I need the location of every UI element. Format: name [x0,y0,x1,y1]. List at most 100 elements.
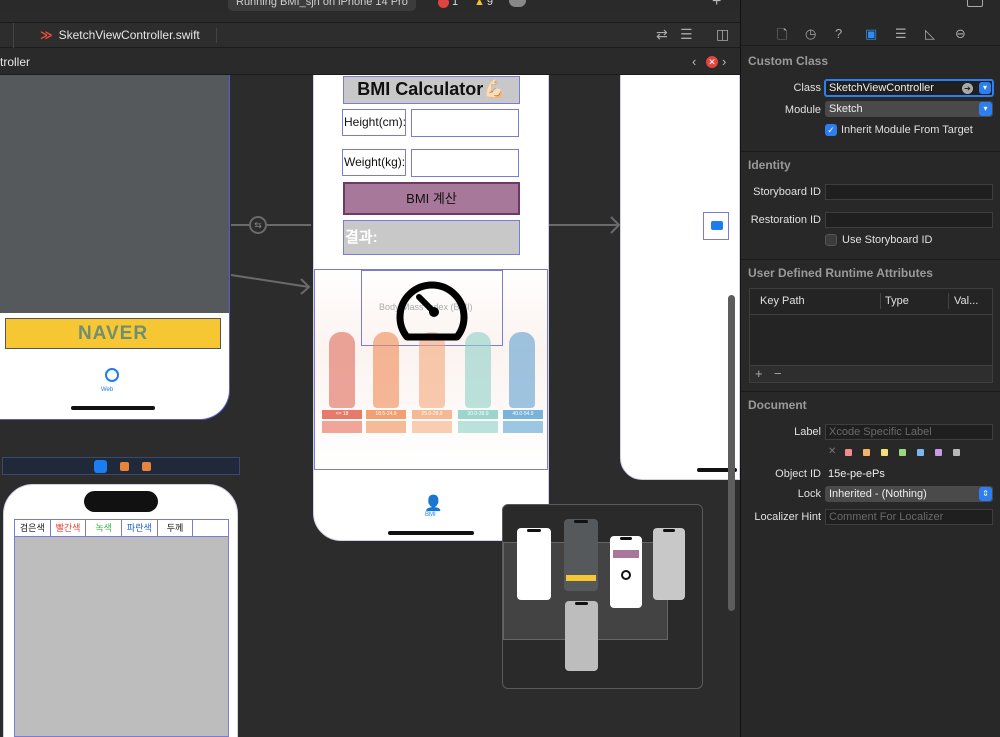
connections-inspector-icon[interactable]: ⊖ [955,26,966,42]
vertical-scrollbar[interactable] [728,295,735,611]
breadcrumb[interactable]: troller [0,49,30,75]
minimap-scene[interactable] [517,528,551,600]
label-color-swatch[interactable] [935,449,942,456]
chevron-right-icon[interactable]: › [722,54,726,69]
add-icon[interactable]: + [712,0,721,11]
green-color-button[interactable]: 녹색 [86,520,123,536]
relationship-segue [231,274,311,295]
first-responder-icon[interactable] [120,462,129,471]
split-editor-icon[interactable]: ◫ [716,26,729,43]
sketch-view-controller-scene[interactable]: 검은색 빨간색 녹색 파란색 두께 [3,484,238,737]
error-count[interactable]: 1 [438,0,458,11]
storyboard-canvas[interactable]: NAVER Web ⇆ BMI Calculator💪🏻 Height(cm):… [0,75,740,737]
chevron-down-icon: ▾ [979,102,992,116]
bmi-calculate-button[interactable]: BMI 계산 [343,182,520,215]
color-toolbar: 검은색 빨간색 녹색 파란색 두께 [14,519,229,537]
segue-arrow [549,216,621,234]
identity-title: Identity [748,158,791,172]
label-color-swatch[interactable] [899,449,906,456]
minimap-scene[interactable] [565,601,598,671]
globe-icon [105,368,119,382]
issue-icon[interactable]: ✕ [706,56,718,68]
file-inspector-icon[interactable]: 🗋 [777,26,787,48]
restoration-id-field[interactable] [825,212,993,228]
cloud-icon[interactable] [509,0,526,7]
editor-options-icon[interactable]: ☰ [680,26,693,43]
activity-bar: Running BMI_sjh on iPhone 14 Pro 1 ▲ 9 + [0,0,740,11]
column-type[interactable]: Type [885,295,909,307]
related-items-icon[interactable]: ⇄ [656,26,668,43]
identity-inspector: 🗋 ◷ ? ▣ ☰ ◺ ⊖ Custom Class Class SketchV… [740,0,1000,737]
height-field[interactable] [411,109,519,137]
naver-button[interactable]: NAVER [5,318,221,349]
thickness-label: 두께 [158,520,194,536]
red-color-button[interactable]: 빨간색 [51,520,87,536]
storyboard-id-label: Storyboard ID [753,186,821,198]
exit-icon[interactable] [142,462,151,471]
warning-count[interactable]: ▲ 9 [474,0,493,11]
label-color-swatch[interactable] [845,449,852,456]
person-question-icon[interactable]: 👤 [424,494,443,512]
next-view-controller-scene[interactable] [620,75,740,480]
attributes-inspector-icon[interactable]: ☰ [895,26,907,42]
chevron-down-icon[interactable]: ▾ [979,82,991,94]
history-inspector-icon[interactable]: ◷ [805,26,816,42]
size-inspector-icon[interactable]: ◺ [925,26,935,42]
minimap-scene[interactable] [610,536,642,608]
label-color-swatch[interactable] [953,449,960,456]
black-color-button[interactable]: 검은색 [15,520,51,536]
canvas-minimap[interactable] [502,504,703,689]
bmi-range-note [412,421,452,433]
blue-color-button[interactable]: 파란색 [122,520,158,536]
use-storyboard-id-label: Use Storyboard ID [842,234,933,246]
segue-icon[interactable]: ⇆ [249,216,267,234]
help-inspector-icon[interactable]: ? [835,26,842,41]
identity-inspector-icon[interactable]: ▣ [865,26,877,42]
minimap-scene[interactable] [564,519,598,591]
label-color-swatch[interactable] [863,449,870,456]
label-field[interactable]: Xcode Specific Label [825,424,993,440]
bmi-title-label: BMI Calculator💪🏻 [343,76,520,104]
section-divider [741,391,1000,392]
minimap-scene[interactable] [653,528,685,600]
view-controller-icon[interactable] [94,460,107,473]
bmi-range-cell: 40.0-54.9 [503,410,543,419]
class-field[interactable]: SketchViewController ➔ ▾ [824,79,994,97]
storyboard-id-field[interactable] [825,184,993,200]
jump-bar: troller ‹ ✕ › [0,49,740,75]
weight-field[interactable] [411,149,519,177]
go-to-class-icon[interactable]: ➔ [962,83,973,94]
web-tab-label: Web [101,387,114,393]
column-value[interactable]: Val... [954,295,978,307]
class-label: Class [793,82,821,94]
use-storyboard-id-checkbox[interactable] [825,234,837,246]
video-icon[interactable] [703,212,729,240]
bmi-chart-image: Body Mass Index (BMI) <= 18 18.5-24.9 25… [314,269,548,470]
warning-icon: ▲ [474,0,485,8]
label-color-swatch[interactable] [881,449,888,456]
module-popup[interactable]: Sketch ▾ [825,101,993,117]
remove-icon[interactable]: − [774,366,782,381]
bmi-view-controller-scene[interactable]: BMI Calculator💪🏻 Height(cm): Weight(kg):… [313,75,549,541]
inherit-module-label: Inherit Module From Target [841,124,973,136]
label-color-swatch[interactable] [917,449,924,456]
localizer-hint-field[interactable]: Comment For Localizer [825,509,993,525]
thickness-field[interactable] [193,520,228,536]
dynamic-island [84,491,158,512]
tab-sketchviewcontroller[interactable]: ≫ SketchViewController.swift [40,23,200,48]
tab-overflow[interactable] [0,23,14,48]
toggle-inspector-icon[interactable] [967,0,983,7]
inherit-module-checkbox[interactable]: ✓ [825,124,837,136]
bmi-range-cell: 30.0-39.9 [458,410,498,419]
chevron-left-icon[interactable]: ‹ [692,54,696,69]
lock-popup[interactable]: Inherited - (Nothing) ⇕ [825,486,993,502]
add-icon[interactable]: + [755,366,763,381]
bmi-range-note [503,421,543,433]
runtime-attributes-table[interactable]: Key Path Type Val... + − [749,288,993,383]
column-key-path[interactable]: Key Path [760,295,805,307]
drawing-image-view[interactable] [14,537,229,737]
clear-label-color-icon[interactable]: ✕ [828,446,836,457]
inspector-tabs: 🗋 ◷ ? ▣ ☰ ◺ ⊖ [741,22,1000,46]
web-view-controller-scene[interactable]: NAVER Web [0,75,230,420]
lock-label: Lock [797,488,821,500]
